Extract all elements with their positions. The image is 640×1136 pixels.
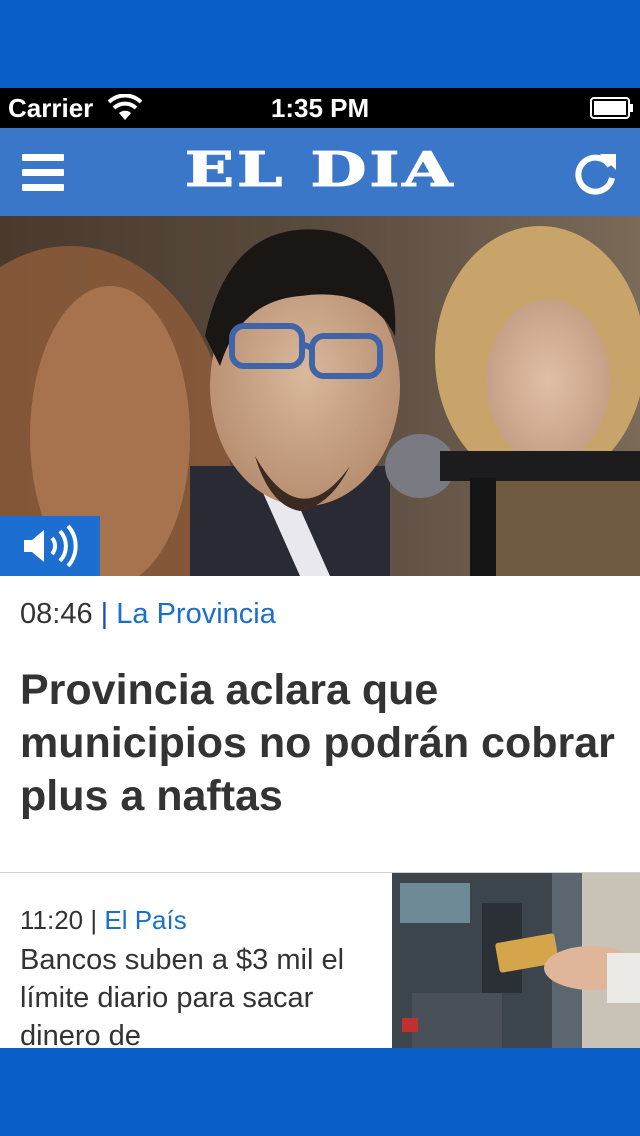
audio-speaker-button[interactable] bbox=[0, 516, 100, 576]
article-headline[interactable]: Provincia aclara que municipios no podrá… bbox=[20, 664, 620, 823]
el-dia-logo: EL DIA bbox=[184, 142, 456, 199]
app-frame-bottom bbox=[0, 1048, 640, 1136]
featured-article[interactable]: 08:46 | La Provincia Provincia aclara qu… bbox=[0, 576, 640, 872]
article-section-link[interactable]: La Provincia bbox=[116, 598, 276, 630]
meta-separator: | bbox=[100, 598, 109, 630]
article-time: 11:20 bbox=[20, 905, 84, 935]
speaker-icon bbox=[24, 524, 78, 568]
article-meta: 11:20 | El País bbox=[20, 905, 187, 936]
status-bar: Carrier 1:35 PM bbox=[0, 88, 640, 128]
list-item[interactable]: 11:20 | El País Bancos suben a $3 mil el… bbox=[0, 873, 640, 1048]
article-time: 08:46 bbox=[20, 598, 93, 630]
clock-time: 1:35 PM bbox=[270, 93, 370, 123]
battery-icon bbox=[590, 97, 633, 119]
article-section-link[interactable]: El País bbox=[104, 905, 186, 935]
article-meta: 08:46 | La Provincia bbox=[20, 598, 276, 631]
article-thumbnail[interactable] bbox=[392, 873, 640, 1048]
app-frame-top bbox=[0, 0, 640, 88]
meta-separator: | bbox=[90, 905, 98, 935]
refresh-icon[interactable] bbox=[570, 148, 620, 198]
navigation-bar: EL DIA bbox=[0, 128, 640, 216]
article-headline[interactable]: Bancos suben a $3 mil el límite diario p… bbox=[20, 941, 380, 1048]
